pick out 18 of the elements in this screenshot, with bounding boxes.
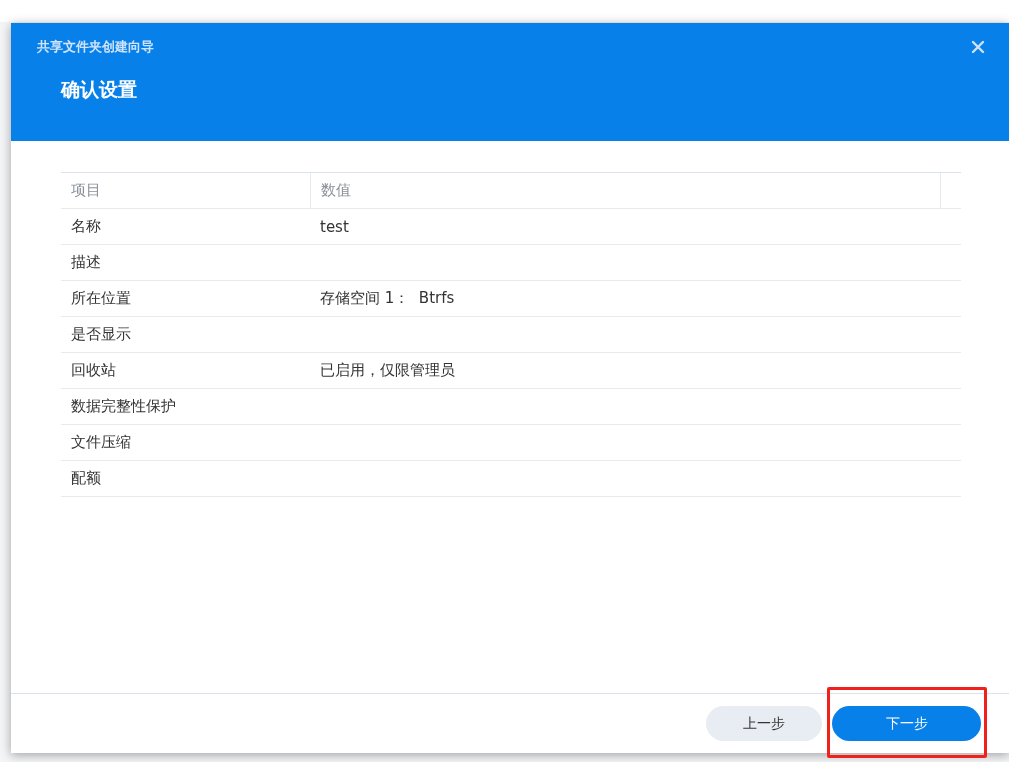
column-header: 数值	[310, 173, 940, 208]
table-cell: 数据完整性保护	[71, 397, 176, 415]
window-title: 共享文件夹创建向导	[37, 38, 154, 56]
table-cell: test	[320, 217, 349, 236]
close-icon[interactable]	[971, 40, 985, 54]
table-cell: 所在位置	[71, 289, 131, 307]
next-button[interactable]: 下一步	[832, 706, 981, 741]
table-cell: 文件压缩	[71, 433, 131, 451]
table-cell: 名称	[71, 217, 101, 235]
table-cell: 描述	[71, 253, 101, 271]
table-cell: 存储空间 1： Btrfs	[320, 289, 455, 307]
table-cell: 已启用，仅限管理员	[320, 361, 455, 379]
table-cell: 配额	[71, 469, 101, 487]
column-header: 项目	[70, 181, 102, 200]
table-cell: 是否显示	[71, 325, 131, 343]
table-cell: 回收站	[71, 361, 116, 379]
back-button[interactable]: 上一步	[706, 706, 822, 741]
step-title: 确认设置	[61, 77, 137, 102]
